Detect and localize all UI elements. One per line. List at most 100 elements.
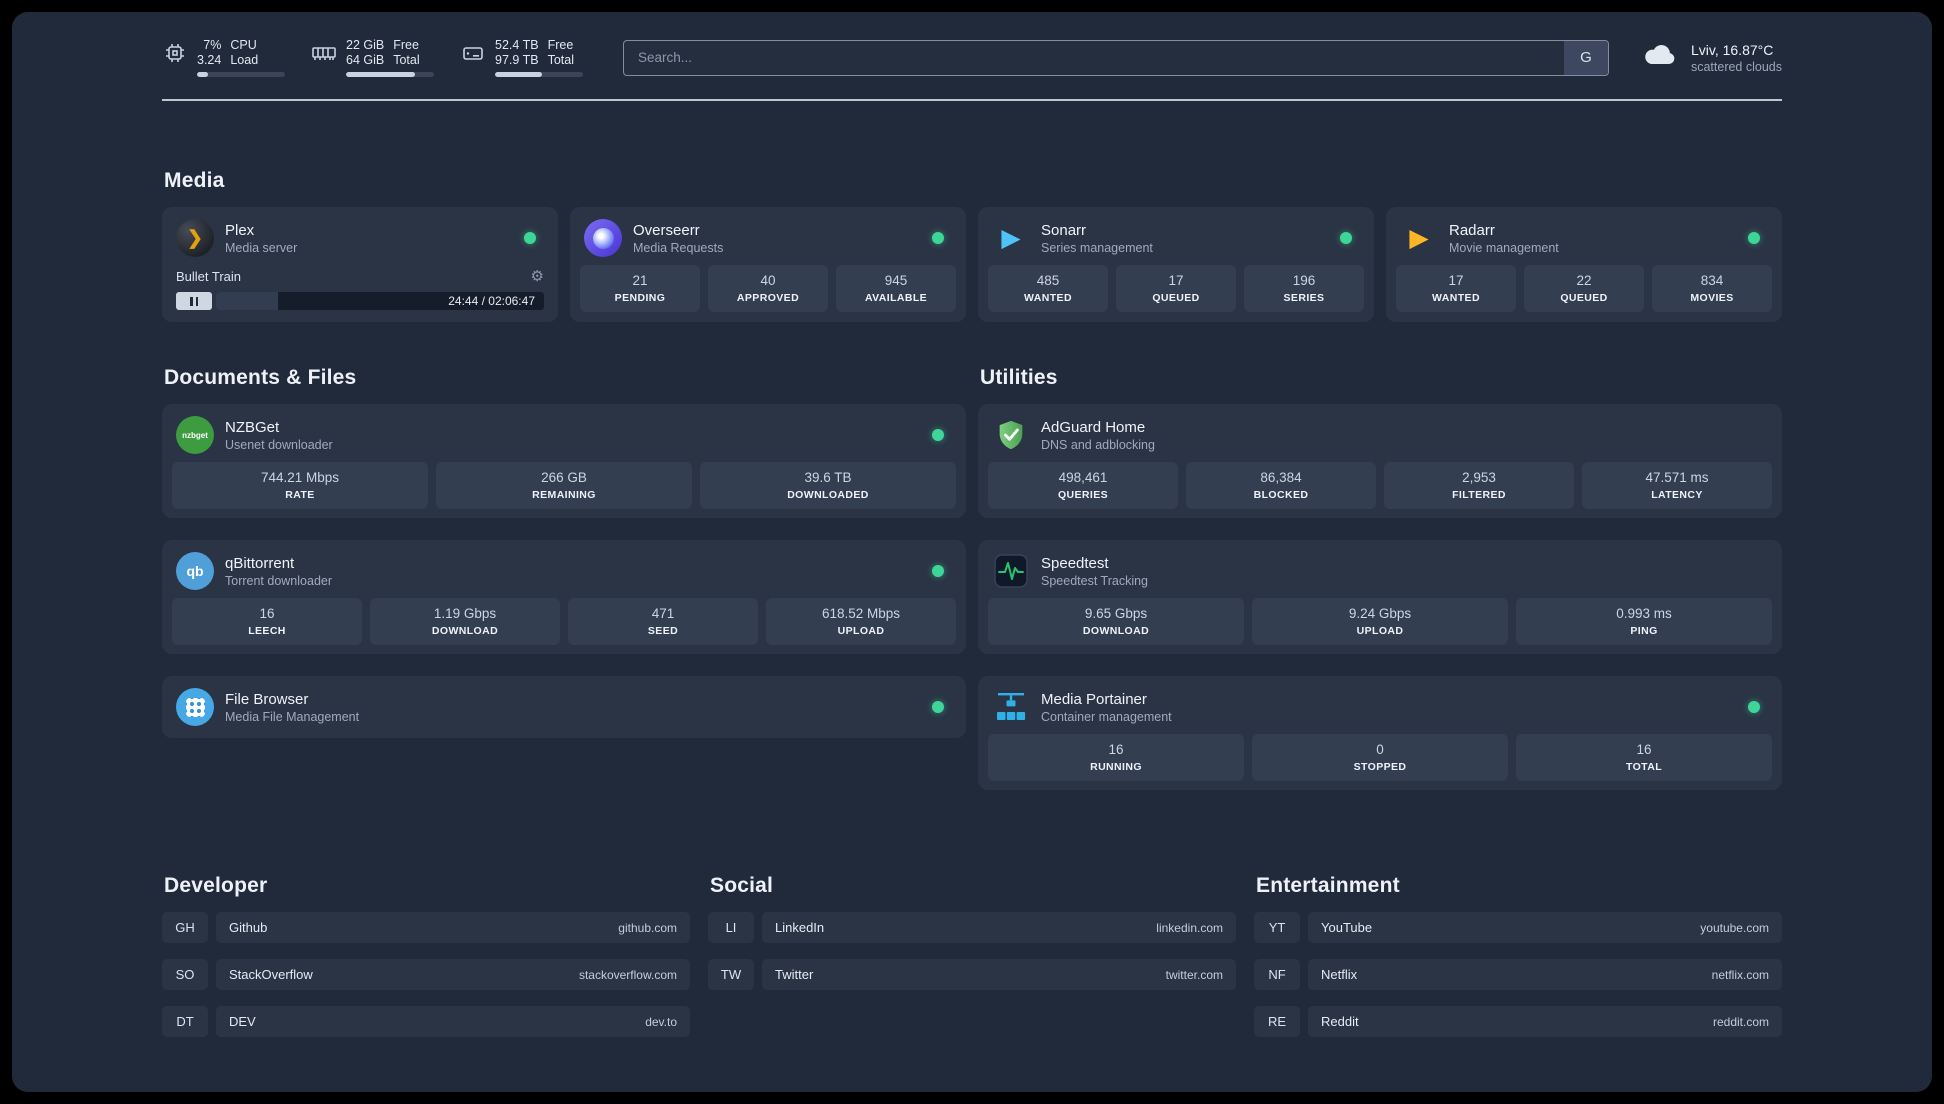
service-card-qbittorrent[interactable]: qb qBittorrent Torrent downloader 16 LEE… — [162, 540, 966, 654]
topbar: 7% 3.24 CPU Load 22 GiB 64 GiB Free Tota… — [162, 38, 1782, 77]
disk-widget: 52.4 TB 97.9 TB Free Total — [460, 38, 583, 77]
stat-movies: 834 MOVIES — [1652, 265, 1772, 312]
portainer-icon — [992, 688, 1030, 726]
cpu-label: CPU — [230, 38, 257, 52]
memory-total-label: Total — [393, 53, 420, 67]
bookmark-linkedin[interactable]: LI LinkedIn linkedin.com — [708, 912, 1236, 943]
seek-bar[interactable]: 24:44 / 02:06:47 — [216, 292, 544, 310]
stat-queries: 498,461 QUERIES — [988, 462, 1178, 509]
status-dot — [932, 429, 944, 441]
stat-filtered: 2,953 FILTERED — [1384, 462, 1574, 509]
speedtest-icon — [992, 552, 1030, 590]
bookmark-dev[interactable]: DT DEV dev.to — [162, 1006, 690, 1037]
disk-total-value: 97.9 TB — [495, 53, 539, 67]
stat-download: 1.19 Gbps DOWNLOAD — [370, 598, 560, 645]
stat-upload: 618.52 Mbps UPLOAD — [766, 598, 956, 645]
utilities-section-title: Utilities — [980, 366, 1058, 389]
bookmark-abbr: RE — [1254, 1006, 1300, 1037]
cpu-progress-bar — [197, 72, 285, 77]
bookmark-youtube[interactable]: YT YouTube youtube.com — [1254, 912, 1782, 943]
dashboard: 7% 3.24 CPU Load 22 GiB 64 GiB Free Tota… — [12, 12, 1932, 1092]
bookmark-url: twitter.com — [1165, 967, 1223, 982]
bookmark-url: netflix.com — [1711, 967, 1769, 982]
bookmark-abbr: TW — [708, 959, 754, 990]
cpu-widget: 7% 3.24 CPU Load — [162, 38, 285, 77]
stat-upload: 9.24 Gbps UPLOAD — [1252, 598, 1508, 645]
memory-progress-bar — [346, 72, 434, 77]
service-name: Radarr — [1449, 221, 1495, 239]
stat-remaining: 266 GB REMAINING — [436, 462, 692, 509]
status-dot — [932, 232, 944, 244]
search: G — [623, 39, 1609, 76]
bookmark-abbr: SO — [162, 959, 208, 990]
filebrowser-icon — [176, 688, 214, 726]
stat-leech: 16 LEECH — [172, 598, 362, 645]
nzbget-icon: nzbget — [176, 416, 214, 454]
service-card-sonarr[interactable]: ▶ Sonarr Series management 485 WANTED 17… — [978, 207, 1374, 322]
service-description: Media Requests — [633, 240, 724, 255]
bookmark-twitter[interactable]: TW Twitter twitter.com — [708, 959, 1236, 990]
bookmark-name: Twitter — [775, 967, 814, 982]
bookmark-github[interactable]: GH Github github.com — [162, 912, 690, 943]
service-name: AdGuard Home — [1041, 418, 1146, 436]
service-card-radarr[interactable]: ▶ Radarr Movie management 17 WANTED 22 Q… — [1386, 207, 1782, 322]
memory-free-label: Free — [393, 38, 419, 52]
service-description: DNS and adblocking — [1041, 437, 1155, 452]
service-description: Torrent downloader — [225, 573, 333, 588]
bookmark-abbr: DT — [162, 1006, 208, 1037]
bookmark-name: DEV — [229, 1014, 256, 1029]
service-name: qBittorrent — [225, 554, 295, 572]
service-card-filebrowser[interactable]: File Browser Media File Management — [162, 676, 966, 738]
documents-section-title: Documents & Files — [164, 366, 357, 389]
section-utilities: Utilities AdGuard Home DNS and adblockin… — [978, 366, 1782, 812]
cpu-usage-value: 7% — [203, 38, 222, 52]
service-description: Container management — [1041, 709, 1172, 724]
disk-icon — [460, 38, 486, 68]
bookmark-stackoverflow[interactable]: SO StackOverflow stackoverflow.com — [162, 959, 690, 990]
service-card-speedtest[interactable]: Speedtest Speedtest Tracking 9.65 Gbps D… — [978, 540, 1782, 654]
stat-running: 16 RUNNING — [988, 734, 1244, 781]
bookmark-name: Reddit — [1321, 1014, 1359, 1029]
status-dot — [932, 701, 944, 713]
stat-queued: 22 QUEUED — [1524, 265, 1644, 312]
bookmark-url: reddit.com — [1712, 1014, 1769, 1029]
stat-available: 945 AVAILABLE — [836, 265, 956, 312]
bookmark-netflix[interactable]: NF Netflix netflix.com — [1254, 959, 1782, 990]
bookmark-reddit[interactable]: RE Reddit reddit.com — [1254, 1006, 1782, 1037]
stat-latency: 47.571 ms LATENCY — [1582, 462, 1772, 509]
weather-widget: Lviv, 16.87°C scattered clouds — [1641, 41, 1782, 75]
service-description: Movie management — [1449, 240, 1559, 255]
plex-icon: ❯ — [176, 219, 214, 257]
search-input[interactable] — [623, 39, 1609, 76]
pause-button[interactable] — [176, 292, 212, 310]
bookmark-abbr: YT — [1254, 912, 1300, 943]
service-card-overseerr[interactable]: Overseerr Media Requests 21 PENDING 40 A… — [570, 207, 966, 322]
bookmark-url: github.com — [618, 920, 677, 935]
section-media: Media ❯ Plex Media server Bullet Train ⚙ — [162, 169, 1782, 322]
service-card-portainer[interactable]: Media Portainer Container management 16 … — [978, 676, 1782, 790]
stat-blocked: 86,384 BLOCKED — [1186, 462, 1376, 509]
bookmark-url: dev.to — [645, 1014, 677, 1029]
service-card-nzbget[interactable]: nzbget NZBGet Usenet downloader 744.21 M… — [162, 404, 966, 518]
disk-total-label: Total — [547, 53, 574, 67]
service-card-plex[interactable]: ❯ Plex Media server Bullet Train ⚙ 24:44… — [162, 207, 558, 322]
stat-approved: 40 APPROVED — [708, 265, 828, 312]
service-card-adguard[interactable]: AdGuard Home DNS and adblocking 498,461 … — [978, 404, 1782, 518]
section-developer: Developer GH Github github.com SO StackO… — [162, 874, 690, 1053]
developer-section-title: Developer — [164, 874, 268, 897]
bookmark-url: youtube.com — [1700, 920, 1769, 935]
service-description: Usenet downloader — [225, 437, 333, 452]
bookmark-abbr: GH — [162, 912, 208, 943]
entertainment-section-title: Entertainment — [1256, 874, 1400, 897]
gear-icon[interactable]: ⚙ — [531, 267, 544, 285]
weather-condition: scattered clouds — [1690, 59, 1782, 74]
service-name: Plex — [225, 221, 255, 239]
radarr-icon: ▶ — [1409, 224, 1429, 252]
stat-series: 196 SERIES — [1244, 265, 1364, 312]
overseerr-icon — [584, 219, 622, 257]
status-dot — [1340, 232, 1352, 244]
search-provider-button[interactable]: G — [1563, 40, 1608, 75]
bookmark-name: Github — [229, 920, 268, 935]
service-description: Media File Management — [225, 709, 360, 724]
stat-rate: 744.21 Mbps RATE — [172, 462, 428, 509]
